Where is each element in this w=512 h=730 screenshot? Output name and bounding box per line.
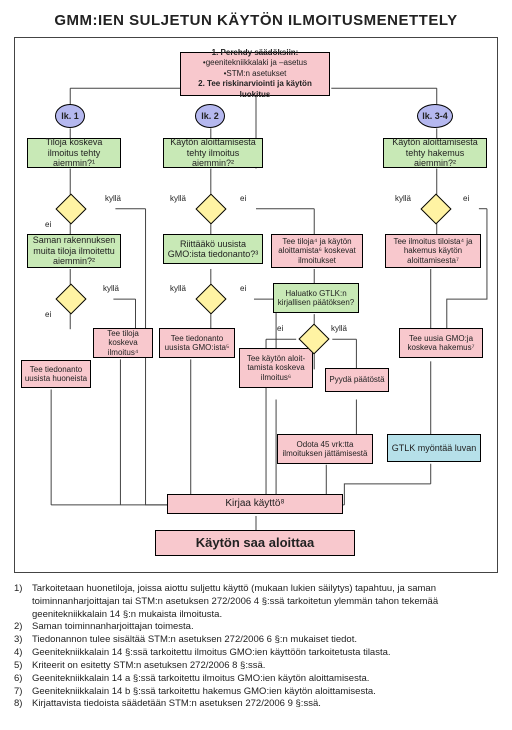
- node-final: Käytön saa aloittaa: [155, 530, 355, 556]
- edge-ei: ei: [240, 284, 246, 293]
- footnotes: 1)Tarkoitetaan huonetiloja, joissa aiott…: [14, 583, 498, 711]
- node-record: Kirjaa käyttö⁸: [167, 494, 343, 514]
- node-start: 1. Perehdy säädöksiin:•geenitekniikkalak…: [180, 52, 330, 96]
- edge-kylla: kyllä: [105, 194, 121, 203]
- edge-ei: ei: [45, 310, 51, 319]
- edge-ei: ei: [463, 194, 469, 203]
- c2-t5: Odota 45 vrk:tta ilmoituksen jättämisest…: [277, 434, 373, 464]
- c1-q1: Tiloja koskeva ilmoitus tehty aiemmin?¹: [27, 138, 121, 168]
- edge-kylla: kyllä: [331, 324, 347, 333]
- c2-t3: Tee tiloja⁴ ja käytön aloittamista⁶ kosk…: [271, 234, 363, 268]
- class-2-circle: lk. 2: [195, 104, 225, 128]
- edge-kylla: kyllä: [395, 194, 411, 203]
- c3-t2: Tee uusia GMO:ja koskeva hakemus⁷: [399, 328, 483, 358]
- edge-kylla: kyllä: [103, 284, 119, 293]
- c1-d1: [55, 193, 86, 224]
- edge-ei: ei: [277, 324, 283, 333]
- c2-q1: Käytön aloittamisesta tehty ilmoitus aie…: [163, 138, 263, 168]
- edge-kylla: kyllä: [170, 194, 186, 203]
- c2-d2: [195, 283, 226, 314]
- page-title: GMM:IEN SULJETUN KÄYTÖN ILMOITUSMENETTEL…: [14, 12, 498, 29]
- c3-t3: GTLK myöntää luvan: [387, 434, 481, 462]
- edge-kylla: kyllä: [170, 284, 186, 293]
- c3-t1: Tee ilmoitus tiloista⁴ ja hakemus käytön…: [385, 234, 481, 268]
- c1-t2: Tee tiedonanto uusista huoneista: [21, 360, 91, 388]
- c2-t4: Pyydä päätöstä: [325, 368, 389, 392]
- c3-q1: Käytön aloittamisesta tehty hakemus aiem…: [383, 138, 487, 168]
- class-34-circle: lk. 3-4: [417, 104, 453, 128]
- c3-d1: [420, 193, 451, 224]
- c2-t2: Tee käytön aloit- tamista koskeva ilmoit…: [239, 348, 313, 388]
- c2-q2: Riittääkö uusista GMO:ista tiedonanto?³: [163, 234, 263, 264]
- class-1-circle: lk. 1: [55, 104, 85, 128]
- c2-q3: Haluatko GTLK:n kirjallisen päätöksen?: [273, 283, 359, 313]
- c1-t1: Tee tiloja koskeva ilmoitus⁴: [93, 328, 153, 358]
- flowchart: 1. Perehdy säädöksiin:•geenitekniikkalak…: [14, 37, 498, 573]
- c2-t1: Tee tiedonanto uusista GMO:ista⁵: [159, 328, 235, 358]
- edge-ei: ei: [240, 194, 246, 203]
- c2-d1: [195, 193, 226, 224]
- c1-d2: [55, 283, 86, 314]
- c1-q2: Saman rakennuksen muita tiloja ilmoitett…: [27, 234, 121, 268]
- edge-ei: ei: [45, 220, 51, 229]
